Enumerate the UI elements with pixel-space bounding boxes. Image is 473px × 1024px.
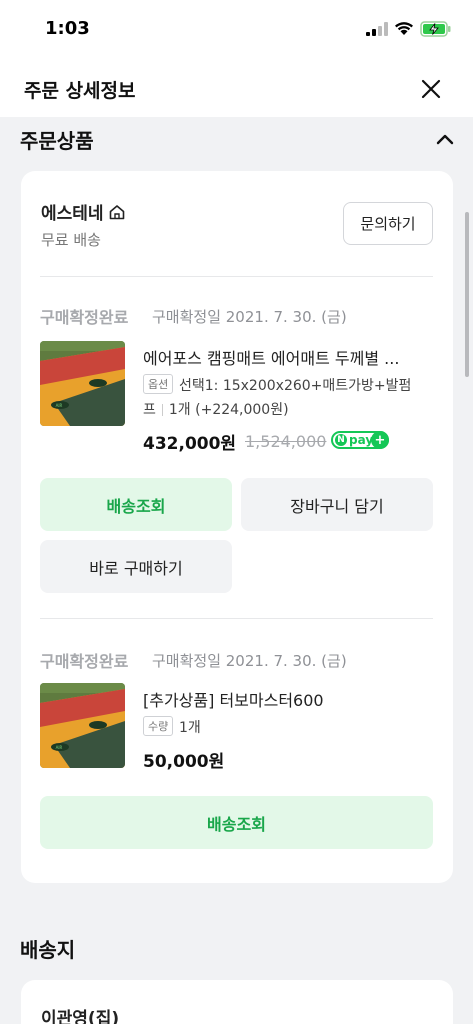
npay-logo: N pay + — [331, 431, 389, 449]
delivery-tracking-button[interactable]: 배송조회 — [40, 796, 433, 849]
shipping-address-title: 배송지 — [20, 938, 76, 962]
divider — [40, 618, 433, 619]
page-title: 주문 상세정보 — [24, 80, 136, 102]
order-status: 구매확정완료 — [40, 652, 129, 671]
option-text: 선택1: 15x200x260+매트가방+발펌 — [179, 378, 412, 394]
buy-now-button[interactable]: 바로 구매하기 — [40, 540, 232, 593]
scrollbar[interactable] — [465, 212, 469, 377]
npay-label: pay — [349, 433, 374, 447]
inquiry-button[interactable]: 문의하기 — [343, 202, 433, 245]
close-icon[interactable] — [418, 76, 444, 102]
svg-text:AIR: AIR — [56, 403, 63, 408]
svg-text:AIR: AIR — [56, 745, 63, 750]
order-date: 구매확정일 2021. 7. 30. (금) — [152, 652, 347, 670]
quantity-badge: 수량 — [143, 716, 174, 736]
product-name[interactable]: [추가상품] 터보마스터600 — [143, 687, 433, 711]
product-name[interactable]: 에어포스 캠핑매트 에어매트 두께별 ... — [143, 345, 433, 369]
order-status: 구매확정완료 — [40, 308, 129, 327]
order-date: 구매확정일 2021. 7. 30. (금) — [152, 308, 347, 326]
product-price: 432,000원 — [143, 434, 237, 454]
option-quantity: 1개 (+224,000원) — [168, 402, 289, 418]
product-thumbnail[interactable]: AIR — [40, 341, 125, 426]
wifi-icon — [395, 22, 413, 35]
chevron-up-icon[interactable] — [434, 129, 456, 149]
npay-plus-icon: + — [371, 431, 389, 449]
order-card: 에스테네 무료 배송 문의하기 구매확정완료 구매확정일 2021. 7. 30… — [21, 171, 453, 883]
product-price: 50,000원 — [143, 752, 225, 772]
status-time: 1:03 — [45, 18, 90, 39]
home-icon — [109, 204, 124, 219]
delivery-tracking-button[interactable]: 배송조회 — [40, 478, 232, 531]
shipping-info: 무료 배송 — [41, 231, 101, 249]
store-name-label: 에스테네 — [41, 204, 104, 224]
quantity-text: 1개 — [179, 720, 201, 736]
add-to-cart-button[interactable]: 장바구니 담기 — [241, 478, 433, 531]
product-thumbnail[interactable]: AIR — [40, 683, 125, 768]
divider — [40, 276, 433, 277]
store-name[interactable]: 에스테네 — [41, 199, 126, 224]
battery-charging-icon — [420, 21, 451, 37]
order-products-title: 주문상품 — [20, 129, 94, 153]
option-text-continued: 프 1개 (+224,000원) — [143, 399, 289, 419]
recipient-name: 이관영(집) — [41, 1009, 120, 1024]
npay-n-icon: N — [335, 434, 347, 446]
shipping-address-card: 이관영(집) — [21, 980, 453, 1024]
page-header: 주문 상세정보 — [0, 62, 473, 117]
signal-icon — [366, 22, 388, 36]
status-bar: 1:03 — [0, 0, 473, 62]
original-price: 1,524,000 — [245, 432, 327, 451]
option-text-tail: 프 — [143, 402, 156, 418]
separator — [161, 404, 163, 416]
option-badge: 옵션 — [143, 374, 174, 394]
